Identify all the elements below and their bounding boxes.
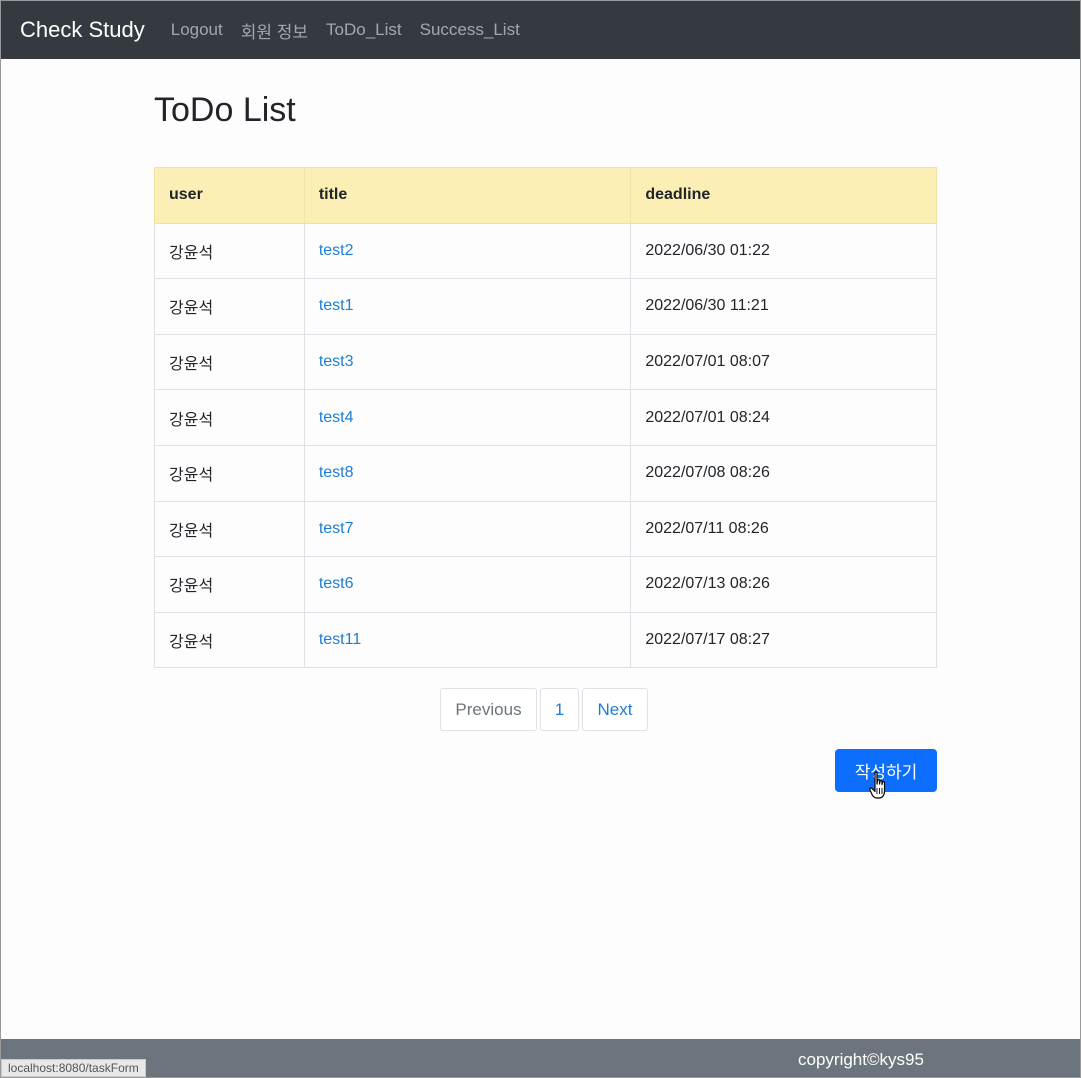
cell-deadline: 2022/06/30 11:21 (630, 278, 937, 335)
cell-user: 강윤석 (154, 500, 305, 558)
table-header: user title deadline (154, 167, 937, 224)
pagination: Previous 1 Next (440, 688, 648, 731)
navbar: Check Study Logout 회원 정보 ToDo_List Succe… (1, 1, 1080, 59)
pagination-next-button[interactable]: Next (582, 688, 648, 731)
cell-deadline: 2022/07/17 08:27 (630, 611, 937, 669)
cell-title: test4 (303, 389, 632, 446)
copyright-text: copyright©kys95 (798, 1050, 924, 1069)
nav-link-todo-list[interactable]: ToDo_List (326, 20, 402, 40)
table-row: 강윤석 test6 2022/07/13 08:26 (154, 556, 937, 613)
cell-user: 강윤석 (154, 222, 305, 280)
column-header-title: title (303, 167, 632, 224)
cell-title: test1 (303, 278, 632, 335)
cell-user: 강윤석 (154, 389, 305, 446)
page: Check Study Logout 회원 정보 ToDo_List Succe… (0, 0, 1081, 1078)
cell-user: 강윤석 (154, 278, 305, 335)
nav-link-member-info[interactable]: 회원 정보 (241, 18, 308, 43)
cell-title: test8 (303, 444, 632, 502)
title-link[interactable]: test1 (319, 297, 354, 314)
column-header-deadline: deadline (630, 167, 937, 224)
cell-title: test2 (303, 222, 632, 280)
cell-user: 강윤석 (154, 556, 305, 613)
table-row: 강윤석 test2 2022/06/30 01:22 (154, 222, 937, 280)
nav-link-success-list[interactable]: Success_List (420, 20, 520, 40)
table-row: 강윤석 test11 2022/07/17 08:27 (154, 611, 937, 669)
cell-title: test6 (303, 556, 632, 613)
page-title: ToDo List (154, 91, 296, 129)
cell-deadline: 2022/07/11 08:26 (630, 500, 937, 558)
cell-deadline: 2022/07/01 08:24 (630, 389, 937, 446)
navbar-brand[interactable]: Check Study (20, 17, 145, 43)
cell-user: 강윤석 (154, 333, 305, 391)
table-row: 강윤석 test4 2022/07/01 08:24 (154, 389, 937, 446)
cell-user: 강윤석 (154, 444, 305, 502)
cell-deadline: 2022/06/30 01:22 (630, 222, 937, 280)
nav-link-logout[interactable]: Logout (171, 20, 223, 40)
title-link[interactable]: test2 (319, 242, 354, 259)
pagination-previous-button[interactable]: Previous (440, 688, 537, 731)
status-bar-url: localhost:8080/taskForm (1, 1059, 146, 1077)
cell-deadline: 2022/07/13 08:26 (630, 556, 937, 613)
column-header-user: user (154, 167, 305, 224)
footer: copyright©kys95 (1, 1039, 1080, 1077)
table-body: 강윤석 test2 2022/06/30 01:22 강윤석 test1 202… (154, 222, 937, 669)
todo-table: user title deadline 강윤석 test2 2022/06/30… (154, 167, 937, 669)
cell-deadline: 2022/07/01 08:07 (630, 333, 937, 391)
cell-user: 강윤석 (154, 611, 305, 669)
table-header-row: user title deadline (154, 167, 937, 224)
table-row: 강윤석 test1 2022/06/30 11:21 (154, 278, 937, 335)
cell-title: test7 (303, 500, 632, 558)
title-link[interactable]: test3 (319, 353, 354, 370)
title-link[interactable]: test8 (319, 464, 354, 481)
write-button[interactable]: 작성하기 (835, 749, 937, 792)
title-link[interactable]: test11 (319, 631, 361, 648)
cell-title: test11 (303, 611, 632, 669)
pagination-page-1[interactable]: 1 (540, 688, 579, 731)
title-link[interactable]: test6 (319, 575, 354, 592)
table-row: 강윤석 test8 2022/07/08 08:26 (154, 444, 937, 502)
table-row: 강윤석 test7 2022/07/11 08:26 (154, 500, 937, 558)
cell-deadline: 2022/07/08 08:26 (630, 444, 937, 502)
title-link[interactable]: test7 (319, 520, 354, 537)
table-row: 강윤석 test3 2022/07/01 08:07 (154, 333, 937, 391)
cell-title: test3 (303, 333, 632, 391)
title-link[interactable]: test4 (319, 409, 354, 426)
